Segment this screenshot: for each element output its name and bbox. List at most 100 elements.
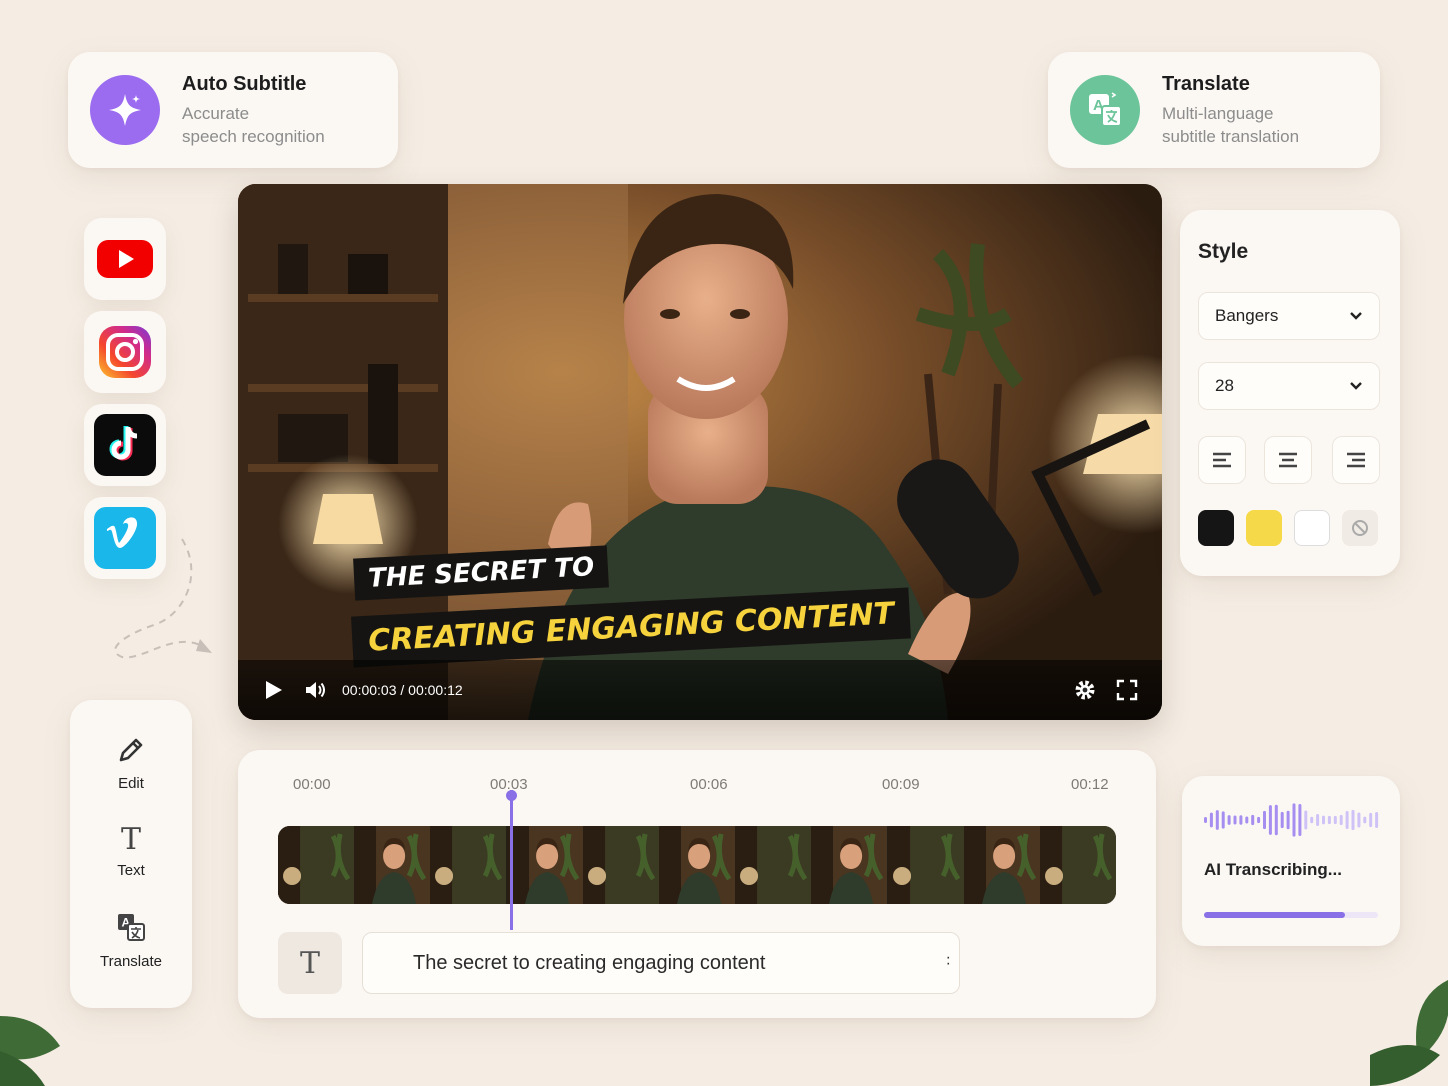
translate-tool[interactable]: A Translate: [70, 912, 192, 970]
size-select[interactable]: 28: [1198, 362, 1380, 410]
waveform-bar: [1257, 816, 1261, 824]
text-icon: T: [120, 822, 141, 857]
waveform-bar: [1333, 815, 1337, 825]
thumbnail-frame: [887, 826, 964, 904]
dashed-arrow-icon: [114, 538, 212, 659]
time-tick: 00:09: [882, 776, 920, 793]
playhead[interactable]: [506, 790, 517, 930]
align-center-icon: [1279, 452, 1297, 468]
subtitle-text-field[interactable]: The secret to creating engaging content …: [362, 932, 960, 994]
color-swatch-black[interactable]: [1198, 510, 1234, 546]
waveform-bar: [1298, 804, 1302, 836]
waveform-bar: [1327, 815, 1331, 825]
waveform-bar: [1274, 804, 1278, 836]
youtube-button[interactable]: [84, 218, 166, 300]
subtitle-text: The secret to creating engaging content: [413, 951, 766, 974]
instagram-icon: [99, 326, 151, 378]
waveform-bar: [1363, 816, 1367, 824]
thumbnail-frame: [430, 826, 507, 904]
youtube-icon: [97, 240, 153, 278]
transcribing-progress-bar: [1204, 912, 1378, 918]
text-tool[interactable]: T Text: [70, 822, 192, 880]
text-track-icon[interactable]: T: [278, 932, 342, 994]
fullscreen-icon[interactable]: [1116, 679, 1138, 701]
volume-icon[interactable]: [304, 679, 326, 701]
pencil-icon: [119, 738, 143, 762]
timeline-panel: 00:00 00:03 00:06 00:09 00:12 T The secr…: [238, 750, 1156, 1018]
waveform-bar: [1227, 815, 1231, 825]
waveform-bar: [1375, 812, 1379, 828]
tools-panel: Edit T Text A Translate: [70, 700, 192, 1008]
instagram-button[interactable]: [84, 311, 166, 393]
tiktok-icon: [94, 414, 156, 476]
thumbnail-frame: [278, 826, 355, 904]
tiktok-button[interactable]: [84, 404, 166, 486]
waveform-bar: [1345, 811, 1349, 829]
waveform-bar: [1286, 810, 1290, 830]
translate-desc: Multi-language subtitle translation: [1162, 103, 1300, 146]
waveform-bar: [1215, 810, 1219, 830]
waveform-bar: [1351, 809, 1355, 831]
align-right-icon: [1347, 452, 1365, 468]
leaf-left-icon: [0, 1016, 60, 1086]
waveform-bar: [1233, 815, 1237, 825]
ai-status-label: AI Transcribing...: [1204, 860, 1342, 879]
chevron-down-icon: [1350, 382, 1362, 390]
auto-subtitle-title: Auto Subtitle: [182, 72, 307, 95]
waveform-bar: [1322, 815, 1325, 825]
waveform-bar: [1316, 814, 1320, 826]
translate-icon: A: [118, 914, 145, 941]
text-label: Text: [117, 862, 145, 879]
edit-tool[interactable]: Edit: [70, 736, 192, 792]
waveform-bar: [1339, 814, 1343, 826]
align-right-button[interactable]: [1332, 436, 1380, 484]
thumbnail-frame: [963, 826, 1040, 904]
align-left-button[interactable]: [1198, 436, 1246, 484]
thumbnail-frame: [354, 826, 431, 904]
align-center-button[interactable]: [1264, 436, 1312, 484]
chevron-down-icon: [1350, 312, 1362, 320]
video-thumbnail-strip[interactable]: [278, 826, 1116, 904]
auto-subtitle-card[interactable]: Auto Subtitle Accurate speech recognitio…: [68, 52, 398, 168]
color-swatch-none[interactable]: [1342, 510, 1378, 546]
auto-subtitle-desc: Accurate speech recognition: [182, 103, 325, 146]
waveform-bar: [1369, 812, 1373, 828]
no-color-icon: [1352, 520, 1368, 536]
waveform-bar: [1263, 810, 1266, 830]
ai-transcribing-card: AI Transcribing...: [1182, 776, 1400, 946]
waveform-bar: [1221, 811, 1225, 829]
time-tick: 00:00: [293, 776, 331, 793]
color-swatch-yellow[interactable]: [1246, 510, 1282, 546]
video-player[interactable]: THE SECRET TO CREATING ENGAGING CONTENT …: [238, 184, 1162, 720]
align-left-icon: [1213, 452, 1231, 468]
style-title: Style: [1198, 240, 1249, 263]
font-value: Bangers: [1215, 306, 1279, 325]
waveform-bar: [1304, 810, 1308, 830]
color-swatch-white[interactable]: [1294, 510, 1330, 546]
thumbnail-frame: [506, 826, 583, 904]
waveform-bar: [1310, 816, 1314, 824]
thumbnail-frame: [582, 826, 659, 904]
waveform-bar: [1280, 811, 1284, 829]
leaf-right-icon: [1370, 980, 1448, 1086]
style-panel: Style Bangers 28: [1180, 210, 1400, 576]
waveform-bar: [1357, 812, 1361, 828]
play-icon[interactable]: [262, 679, 284, 701]
waveform-bar: [1209, 812, 1213, 828]
time-tick: 00:06: [690, 776, 728, 793]
video-controls: 00:00:03 / 00:00:12: [238, 660, 1162, 720]
font-select[interactable]: Bangers: [1198, 292, 1380, 340]
translate-label: Translate: [100, 953, 162, 970]
sparkle-icon: [90, 75, 160, 145]
settings-icon[interactable]: [1074, 679, 1096, 701]
translate-title: Translate: [1162, 72, 1250, 95]
thumbnail-frame: [658, 826, 736, 904]
translate-card[interactable]: A Translate Multi-language subtitle tran…: [1048, 52, 1380, 168]
waveform-bar: [1239, 815, 1243, 825]
time-display: 00:00:03 / 00:00:12: [342, 682, 463, 698]
waveform-bar: [1292, 803, 1296, 837]
thumbnail-frame: [1039, 826, 1116, 904]
waveform-bar: [1245, 816, 1249, 824]
more-options-icon[interactable]: · ·: [946, 950, 951, 972]
thumbnail-frame: [811, 826, 888, 904]
